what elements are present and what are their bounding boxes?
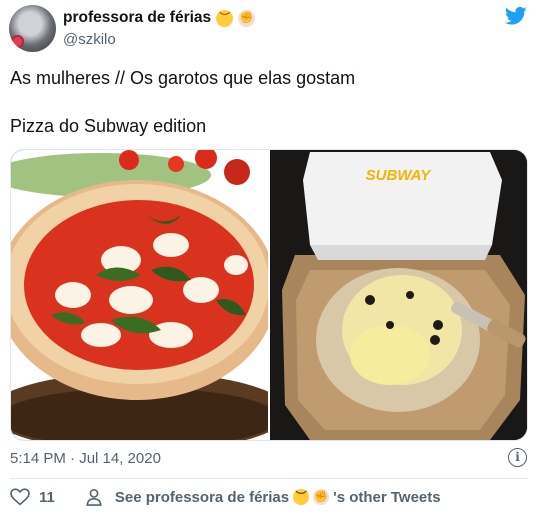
heart-icon[interactable]: [10, 488, 30, 506]
subway-pizza-illustration: SUBWAY: [270, 150, 527, 440]
margherita-pizza-illustration: [11, 150, 268, 440]
tweet-timestamp[interactable]: 5:14 PM · Jul 14, 2020: [10, 450, 161, 467]
sad-face-emoji-icon: ︶: [293, 489, 310, 505]
like-count[interactable]: 11: [39, 489, 55, 506]
author-handle[interactable]: @szkilo: [63, 31, 116, 48]
subway-logo-text: SUBWAY: [366, 167, 433, 184]
tweet-text: As mulheres // Os garotos que elas gosta…: [10, 67, 355, 138]
see-link-suffix: 's other Tweets: [333, 488, 441, 506]
tweet-footer: 11 See professora de férias ︶ ✊ 's other…: [10, 488, 441, 506]
tweet-media[interactable]: SUBWAY: [10, 149, 528, 441]
raised-fist-emoji-icon: ✊: [238, 9, 256, 27]
rose-decoration: [11, 35, 24, 48]
sad-face-emoji-icon: ︶: [216, 9, 234, 27]
margherita-pizza-photo[interactable]: [11, 150, 268, 440]
twitter-bird-icon[interactable]: [505, 6, 527, 26]
info-icon[interactable]: i: [508, 448, 527, 467]
footer-divider: [10, 478, 527, 479]
see-link-prefix: See professora de férias: [114, 488, 290, 506]
avatar[interactable]: [9, 5, 56, 52]
raised-fist-emoji-icon: ✊: [313, 489, 330, 505]
see-other-tweets-link[interactable]: See professora de férias ︶ ✊ 's other Tw…: [115, 489, 441, 506]
author-display-name[interactable]: professora de férias: [63, 9, 211, 27]
person-icon: [86, 488, 102, 506]
tweet-line-2: Pizza do Subway edition: [10, 116, 207, 136]
author-name-row[interactable]: professora de férias ︶ ✊: [63, 9, 256, 27]
subway-pizza-photo[interactable]: SUBWAY: [270, 150, 527, 440]
tweet-line-1: As mulheres // Os garotos que elas gosta…: [10, 68, 356, 88]
